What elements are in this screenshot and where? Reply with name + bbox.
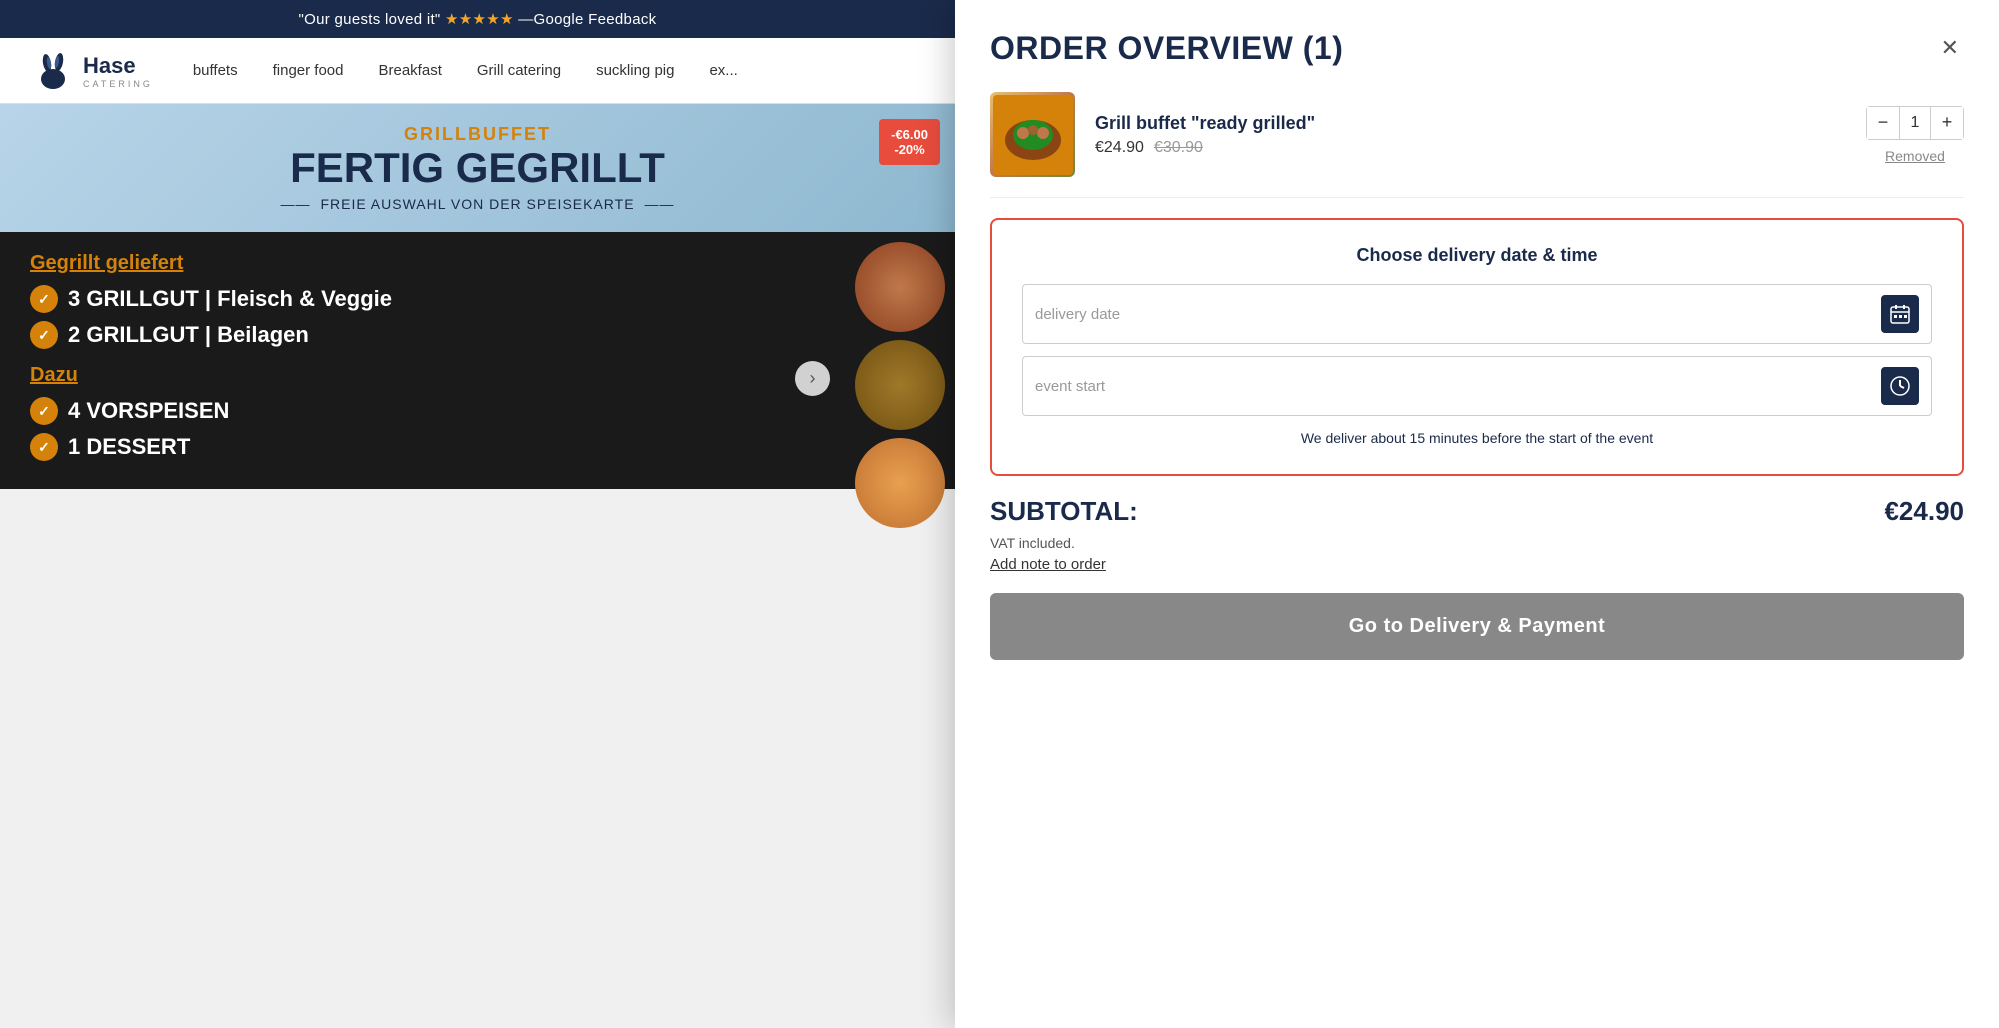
dazu-checklist: ✓ 4 VORSPEISEN ✓ 1 DESSERT (30, 397, 925, 461)
subtotal-label: SUBTOTAL: (990, 496, 1138, 527)
promo-badge: -€6.00 -20% (879, 119, 940, 165)
checklist-item-2: ✓ 2 GRILLGUT | Beilagen (30, 321, 925, 349)
nav-breakfast[interactable]: Breakfast (379, 62, 442, 79)
qty-increase-button[interactable]: + (1931, 107, 1963, 139)
item-price-row: €24.90 €30.90 (1095, 139, 1846, 157)
modal-header: ORDER OVERVIEW (1) ✕ (990, 30, 1964, 67)
logo: Hase CATERING (30, 48, 153, 93)
removed-label[interactable]: Removed (1885, 148, 1945, 164)
calendar-icon-button[interactable] (1881, 295, 1919, 333)
add-note-link[interactable]: Add note to order (990, 556, 1964, 573)
qty-decrease-button[interactable]: − (1867, 107, 1899, 139)
delivery-section-title: Choose delivery date & time (1022, 245, 1932, 266)
promo-tagline: FREIE AUSWAHL VON DER SPEISEKARTE (30, 196, 925, 212)
modal-title: ORDER OVERVIEW (1) (990, 30, 1343, 67)
checklist-item-1: ✓ 3 GRILLGUT | Fleisch & Veggie (30, 285, 925, 313)
dazu-item-2: ✓ 1 DESSERT (30, 433, 925, 461)
checkout-button[interactable]: Go to Delivery & Payment (990, 593, 1964, 660)
thumbnail-list (855, 242, 945, 528)
dazu-text-1: 4 VORSPEISEN (68, 398, 229, 424)
gegrillt-link[interactable]: Gegrillt geliefert (30, 252, 925, 275)
product-panel: -€6.00 -20% GRILLBUFFET FERTIG GEGRILLT … (0, 104, 955, 998)
check-icon-2: ✓ (30, 321, 58, 349)
qty-value: 1 (1899, 107, 1931, 139)
item-image (990, 92, 1075, 177)
checklist-text-1: 3 GRILLGUT | Fleisch & Veggie (68, 286, 392, 312)
carousel-next-arrow[interactable]: › (795, 361, 830, 396)
nav-grill[interactable]: Grill catering (477, 62, 561, 79)
badge-discount: -€6.00 (891, 127, 928, 142)
clock-icon-button[interactable] (1881, 367, 1919, 405)
food-thumb-3[interactable] (855, 438, 945, 528)
website-background: "Our guests loved it" ★★★★★ —Google Feed… (0, 0, 955, 1028)
checklist-text-2: 2 GRILLGUT | Beilagen (68, 322, 309, 348)
item-price-new: €24.90 (1095, 139, 1144, 157)
subtotal-row: SUBTOTAL: €24.90 (990, 496, 1964, 527)
promo-banner: -€6.00 -20% GRILLBUFFET FERTIG GEGRILLT … (0, 104, 955, 232)
delivery-date-box: Choose delivery date & time delivery dat… (990, 218, 1964, 476)
nav-items: buffets finger food Breakfast Grill cate… (193, 62, 738, 79)
item-name: Grill buffet "ready grilled" (1095, 113, 1846, 134)
check-icon-1: ✓ (30, 285, 58, 313)
event-start-input[interactable]: event start (1035, 378, 1881, 395)
nav-finger-food[interactable]: finger food (273, 62, 344, 79)
food-thumb-1[interactable] (855, 242, 945, 332)
order-item-row: Grill buffet "ready grilled" €24.90 €30.… (990, 92, 1964, 198)
logo-rabbit-icon (30, 48, 75, 93)
item-image-inner (990, 92, 1075, 177)
logo-name: Hase (83, 53, 153, 79)
date-input-row[interactable]: delivery date (1022, 284, 1932, 344)
badge-percent: -20% (891, 142, 928, 157)
item-info: Grill buffet "ready grilled" €24.90 €30.… (1095, 113, 1846, 157)
check-icon-3: ✓ (30, 397, 58, 425)
modal-close-button[interactable]: ✕ (1936, 30, 1964, 66)
banner-stars: ★★★★★ (445, 11, 514, 28)
banner-text: "Our guests loved it" (299, 11, 441, 28)
quantity-control: − 1 + (1866, 106, 1964, 140)
dazu-item-1: ✓ 4 VORSPEISEN (30, 397, 925, 425)
checklist: ✓ 3 GRILLGUT | Fleisch & Veggie ✓ 2 GRIL… (30, 285, 925, 349)
nav-bar: Hase CATERING buffets finger food Breakf… (0, 38, 955, 104)
logo-sub: CATERING (83, 79, 153, 89)
item-price-old: €30.90 (1154, 139, 1203, 157)
qty-removed-col: − 1 + Removed (1866, 106, 1964, 164)
banner-feedback: —Google Feedback (518, 11, 656, 28)
food-thumb-2[interactable] (855, 340, 945, 430)
main-content: -€6.00 -20% GRILLBUFFET FERTIG GEGRILLT … (0, 104, 955, 998)
product-details-panel: Gegrillt geliefert ✓ 3 GRILLGUT | Fleisc… (0, 232, 955, 489)
time-input-row[interactable]: event start (1022, 356, 1932, 416)
promo-subtitle: GRILLBUFFET (30, 124, 925, 145)
order-overview-modal: ORDER OVERVIEW (1) ✕ Grill buffet "ready… (955, 0, 1999, 1028)
dazu-link[interactable]: Dazu (30, 364, 925, 387)
delivery-note: We deliver about 15 minutes before the s… (1022, 428, 1932, 449)
dazu-text-2: 1 DESSERT (68, 434, 190, 460)
nav-buffets[interactable]: buffets (193, 62, 238, 79)
vat-text: VAT included. (990, 535, 1964, 551)
nav-more[interactable]: ex... (709, 62, 737, 79)
check-icon-4: ✓ (30, 433, 58, 461)
delivery-date-input[interactable]: delivery date (1035, 306, 1881, 323)
nav-pig[interactable]: suckling pig (596, 62, 674, 79)
top-banner: "Our guests loved it" ★★★★★ —Google Feed… (0, 0, 955, 38)
subtotal-value: €24.90 (1884, 496, 1964, 527)
promo-title: FERTIG GEGRILLT (30, 145, 925, 191)
